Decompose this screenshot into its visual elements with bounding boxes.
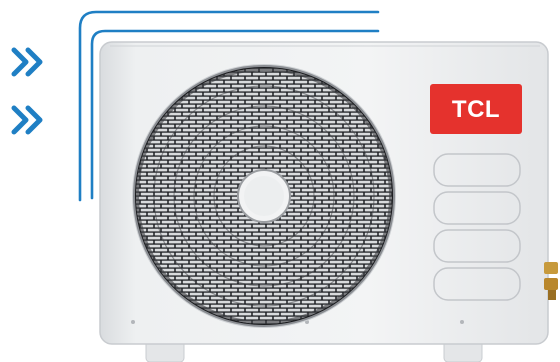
brand-logo-text: TCL bbox=[452, 96, 500, 123]
brand-logo: TCL bbox=[430, 84, 522, 134]
product-scene: TCL bbox=[11, 10, 558, 362]
fan-grille bbox=[132, 64, 396, 328]
airflow-arrows-icon bbox=[11, 47, 43, 135]
